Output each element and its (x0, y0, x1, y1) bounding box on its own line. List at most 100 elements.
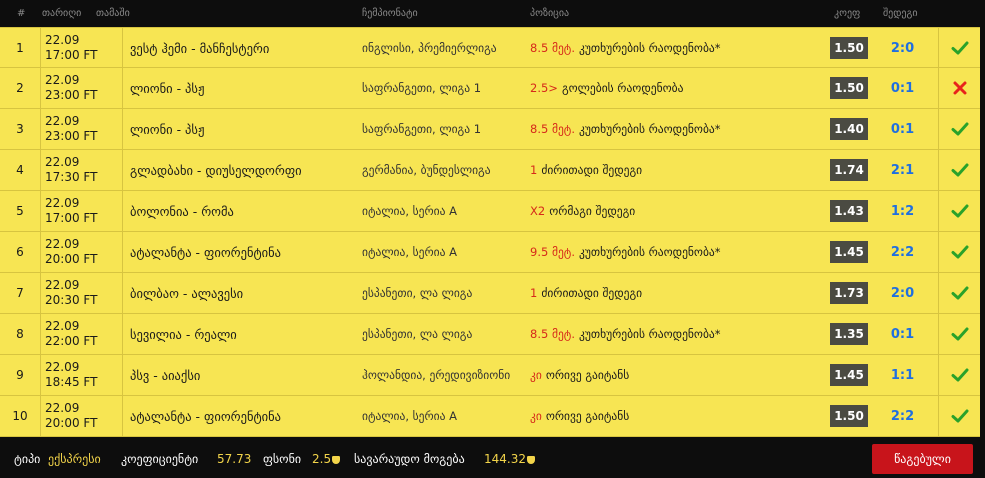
row-match[interactable]: სევილია - რეალი (130, 314, 355, 354)
table-row[interactable]: 7 22.09 20:30 FT ბილბაო - ალავესი ესპანეთი, … (0, 273, 980, 314)
row-match[interactable]: ვესტ ჰემი - მანჩესტერი (130, 28, 355, 68)
row-score: 1:1 (890, 367, 915, 383)
row-league: ინგლისი, პრემიერლიგა (362, 41, 497, 55)
win-value: 144.32 (484, 452, 526, 466)
row-bet-type: კუთხურების რაოდენობა* (578, 245, 721, 259)
row-number: 4 (0, 150, 41, 190)
status-button[interactable]: წაგებული (872, 444, 973, 474)
row-bet: X2 ორმაგი შედეგი (530, 191, 815, 231)
row-bet-value: 8.5 მეტ. (530, 327, 575, 341)
row-match[interactable]: ატალანტა - ფიორენტინა (130, 396, 355, 436)
row-odd: 1.74 (830, 150, 868, 190)
odd-badge: 1.50 (830, 77, 868, 99)
row-odd: 1.40 (830, 109, 868, 149)
checkmark-icon (938, 150, 980, 190)
row-score: 0:1 (890, 80, 915, 96)
row-league: საფრანგეთი, ლიგა 1 (362, 122, 482, 136)
row-score: 2:2 (890, 244, 915, 260)
row-number: 6 (0, 232, 41, 272)
odd-badge: 1.45 (830, 241, 868, 263)
row-bet-type: გოლების რაოდენობა (561, 81, 684, 95)
table-row[interactable]: 3 22.09 23:00 FT ლიონი - პსჟ საფრანგეთი, ლიგ… (0, 109, 980, 150)
checkmark-icon (938, 28, 980, 68)
row-score: 2:1 (890, 162, 915, 178)
row-league: იტალია, სერია A (362, 204, 457, 218)
table-row[interactable]: 6 22.09 20:00 FT ატალანტა - ფიორენტინა იტალი… (0, 232, 980, 273)
row-number: 3 (0, 109, 41, 149)
table-row[interactable]: 5 22.09 17:00 FT ბოლონია - რომა იტალია, სერი… (0, 191, 980, 232)
row-match[interactable]: პსვ - აიაქსი (130, 355, 355, 395)
row-number: 1 (0, 28, 41, 68)
row-date: 22.09 (45, 360, 80, 374)
row-bet: კი ორივე გაიტანს (530, 355, 815, 395)
row-score: 0:1 (890, 121, 915, 137)
row-number: 9 (0, 355, 41, 395)
odd-badge: 1.50 (830, 405, 868, 427)
row-datetime: 22.09 18:45 FT (41, 355, 123, 395)
row-time: 23:00 FT (45, 88, 98, 102)
row-time: 17:30 FT (45, 170, 98, 184)
row-bet-value: კი (530, 368, 542, 382)
row-bet-type: ძირითადი შედეგი (541, 286, 643, 300)
row-date: 22.09 (45, 73, 80, 87)
header-league: ჩემპიონატი (362, 8, 418, 19)
row-bet-type: ორივე გაიტანს (545, 368, 630, 382)
row-date: 22.09 (45, 319, 80, 333)
row-bet-value: X2 (530, 204, 546, 218)
row-bet-type: კუთხურების რაოდენობა* (578, 327, 721, 341)
table-row[interactable]: 8 22.09 22:00 FT სევილია - რეალი ესპანეთი, ლ… (0, 314, 980, 355)
row-odd: 1.45 (830, 232, 868, 272)
row-bet-value: 2.5> (530, 81, 558, 95)
row-league: ესპანეთი, ლა ლიგა (362, 327, 473, 341)
row-date: 22.09 (45, 155, 80, 169)
row-bet-value: 9.5 მეტ. (530, 245, 575, 259)
row-match[interactable]: გლადბახი - დიუსელდორფი (130, 150, 355, 190)
row-bet: 2.5> გოლების რაოდენობა (530, 68, 815, 108)
row-odd: 1.43 (830, 191, 868, 231)
odd-badge: 1.43 (830, 200, 868, 222)
row-match[interactable]: ლიონი - პსჟ (130, 109, 355, 149)
row-time: 20:30 FT (45, 293, 98, 307)
row-odd: 1.50 (830, 396, 868, 436)
row-match[interactable]: ლიონი - პსჟ (130, 68, 355, 108)
row-date: 22.09 (45, 401, 80, 415)
header-match: თამაში (96, 8, 130, 19)
table-row[interactable]: 2 22.09 23:00 FT ლიონი - პსჟ საფრანგეთი, ლიგ… (0, 68, 980, 109)
row-league: საფრანგეთი, ლიგა 1 (362, 81, 482, 95)
row-bet: 1 ძირითადი შედეგი (530, 273, 815, 313)
row-match[interactable]: ბილბაო - ალავესი (130, 273, 355, 313)
row-bet: 8.5 მეტ. კუთხურების რაოდენობა* (530, 109, 815, 149)
win-amount: 144.32 (484, 452, 535, 466)
header-score: შედეგი (883, 8, 918, 19)
row-number: 7 (0, 273, 41, 313)
table-row[interactable]: 10 22.09 20:00 FT ატალანტა - ფიორენტინა იტალ… (0, 396, 980, 437)
row-bet: 1 ძირითადი შედეგი (530, 150, 815, 190)
row-odd: 1.35 (830, 314, 868, 354)
row-score: 2:2 (890, 408, 915, 424)
row-date: 22.09 (45, 33, 80, 47)
row-match[interactable]: ატალანტა - ფიორენტინა (130, 232, 355, 272)
odd-badge: 1.50 (830, 37, 868, 59)
row-bet-value: 8.5 მეტ. (530, 122, 575, 136)
row-bet-type: ორმაგი შედეგი (549, 204, 636, 218)
row-bet: კი ორივე გაიტანს (530, 396, 815, 436)
row-number: 10 (0, 396, 41, 436)
row-datetime: 22.09 20:00 FT (41, 232, 123, 272)
row-match[interactable]: ბოლონია - რომა (130, 191, 355, 231)
checkmark-icon (938, 191, 980, 231)
row-bet: 8.5 მეტ. კუთხურების რაოდენობა* (530, 28, 815, 68)
row-datetime: 22.09 23:00 FT (41, 68, 123, 108)
row-odd: 1.50 (830, 68, 868, 108)
table-row[interactable]: 9 22.09 18:45 FT პსვ - აიაქსი ჰოლანდია, ერედ… (0, 355, 980, 396)
checkmark-icon (938, 232, 980, 272)
checkmark-icon (938, 396, 980, 436)
stake-label: ფსონი (263, 452, 302, 466)
table-row[interactable]: 4 22.09 17:30 FT გლადბახი - დიუსელდორფი გერმ… (0, 150, 980, 191)
table-row[interactable]: 1 22.09 17:00 FT ვესტ ჰემი - მანჩესტერი ინგლ… (0, 27, 980, 68)
row-bet: 8.5 მეტ. კუთხურების რაოდენობა* (530, 314, 815, 354)
row-datetime: 22.09 17:00 FT (41, 191, 123, 231)
row-bet-type: ორივე გაიტანს (545, 409, 630, 423)
row-bet-value: 1 (530, 286, 538, 300)
row-bet-type: კუთხურების რაოდენობა* (578, 122, 721, 136)
row-time: 17:00 FT (45, 211, 98, 225)
